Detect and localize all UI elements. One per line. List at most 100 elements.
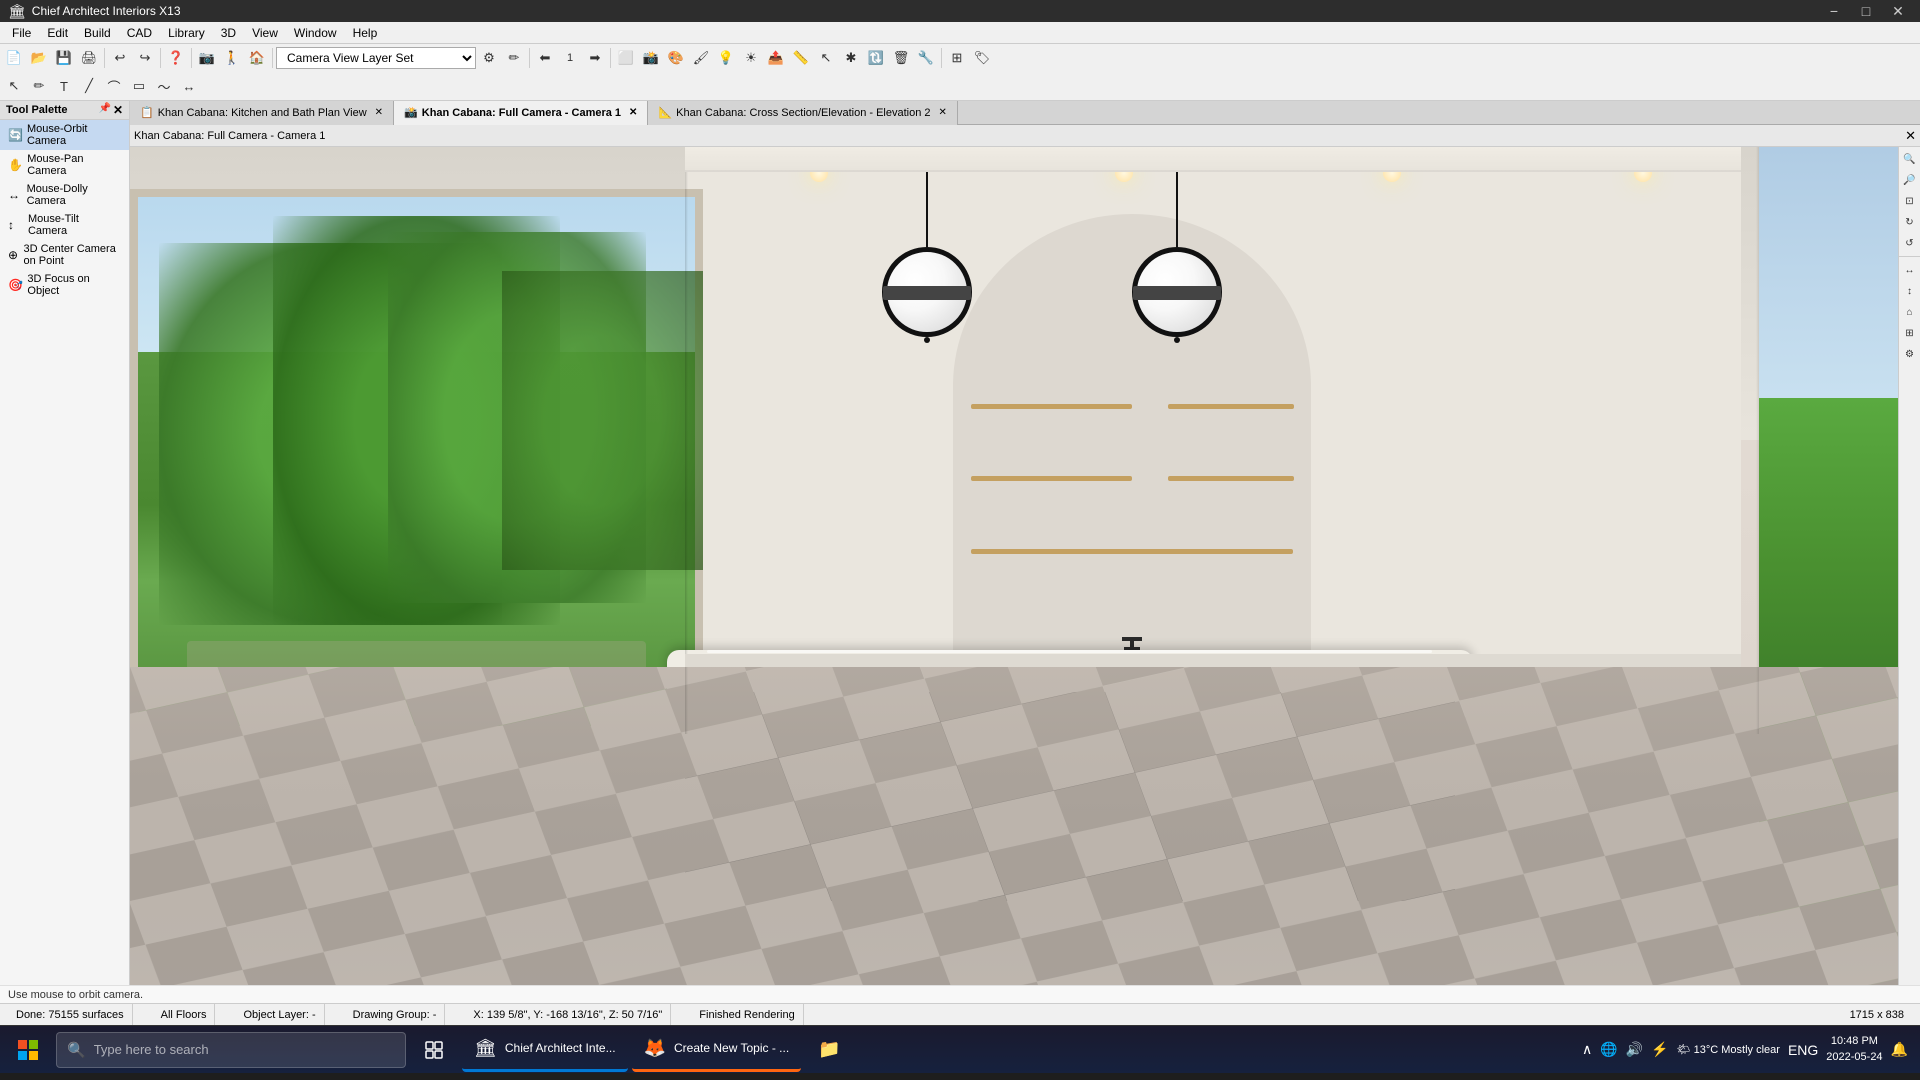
system-clock[interactable]: 10:48 PM 2022-05-24 xyxy=(1826,1034,1882,1065)
move-btn[interactable]: ✱ xyxy=(839,46,863,70)
sub-tab-close-btn[interactable]: ✕ xyxy=(1905,128,1916,144)
select-btn[interactable]: ↖ xyxy=(814,46,838,70)
menu-3d[interactable]: 3D xyxy=(213,22,244,44)
dimension-tool[interactable]: ↔ xyxy=(177,74,201,98)
adjust-btn[interactable]: 🔧 xyxy=(914,46,938,70)
network-icon[interactable]: 🌐 xyxy=(1600,1041,1617,1058)
tool-palette-pin[interactable]: 📌 xyxy=(98,103,110,117)
prev-btn[interactable]: ⬅ xyxy=(533,46,557,70)
menu-view[interactable]: View xyxy=(244,22,286,44)
sun-btn[interactable]: ☀ xyxy=(739,46,763,70)
tool-label: Mouse-Pan Camera xyxy=(27,153,121,177)
tool-focus-object[interactable]: 🎯 3D Focus on Object xyxy=(0,270,129,300)
layers-right-btn[interactable]: ⊞ xyxy=(1900,323,1920,343)
volume-icon[interactable]: 🔊 xyxy=(1626,1041,1643,1058)
zoom-in-btn[interactable]: 🔍 xyxy=(1900,149,1920,169)
tool-tilt-camera[interactable]: ↕ Mouse-Tilt Camera xyxy=(0,210,129,240)
text-tool[interactable]: T xyxy=(52,74,76,98)
tab-plan-view[interactable]: 📋 Khan Cabana: Kitchen and Bath Plan Vie… xyxy=(130,101,394,125)
tab-close-elevation[interactable]: ✕ xyxy=(939,107,947,118)
reset-btn[interactable]: ⌂ xyxy=(1900,302,1920,322)
pan-right-btn[interactable]: ↔ xyxy=(1900,260,1920,280)
tool-center-camera[interactable]: ⊕ 3D Center Camera on Point xyxy=(0,240,129,270)
select-tool[interactable]: ↖ xyxy=(2,74,26,98)
notification-icon[interactable]: 🔔 xyxy=(1891,1041,1908,1058)
fit-btn[interactable]: ⊡ xyxy=(1900,191,1920,211)
rect-tool[interactable]: ▭ xyxy=(127,74,151,98)
menu-help[interactable]: Help xyxy=(345,22,386,44)
active-view-title: Khan Cabana: Full Camera - Camera 1 xyxy=(134,130,325,142)
taskbar-app-firefox[interactable]: 🦊 Create New Topic - ... xyxy=(632,1028,802,1072)
start-button[interactable] xyxy=(4,1026,52,1074)
minimize-button[interactable]: − xyxy=(1820,0,1848,22)
line-tool[interactable]: ╱ xyxy=(77,74,101,98)
layer-set-edit[interactable]: ✏ xyxy=(502,46,526,70)
tab-camera1[interactable]: 📸 Khan Cabana: Full Camera - Camera 1 ✕ xyxy=(394,101,648,125)
delete-btn[interactable]: 🗑 xyxy=(889,46,913,70)
rotate-ccw-btn[interactable]: ↺ xyxy=(1900,233,1920,253)
3d-view[interactable]: 🔍 🔎 ⊡ ↻ ↺ ↔ ↕ ⌂ ⊞ ⚙ xyxy=(130,147,1920,985)
task-view-button[interactable] xyxy=(410,1026,458,1074)
edit-tool[interactable]: ✏ xyxy=(27,74,51,98)
next-btn[interactable]: ➡ xyxy=(583,46,607,70)
layer-set-dropdown[interactable]: Camera View Layer Set xyxy=(276,47,476,69)
rendering-btn[interactable]: 🎨 xyxy=(664,46,688,70)
layer-set-settings[interactable]: ⚙ xyxy=(477,46,501,70)
menu-file[interactable]: File xyxy=(4,22,39,44)
new-button[interactable]: 📄 xyxy=(2,46,26,70)
main-layout: Tool Palette 📌 ✕ 🔄 Mouse-Orbit Camera ✋ … xyxy=(0,101,1920,985)
menu-bar: File Edit Build CAD Library 3D View Wind… xyxy=(0,22,1920,44)
menu-window[interactable]: Window xyxy=(286,22,345,44)
tool-pan-camera[interactable]: ✋ Mouse-Pan Camera xyxy=(0,150,129,180)
tab-elevation[interactable]: 📐 Khan Cabana: Cross Section/Elevation -… xyxy=(648,101,957,125)
plan-view-btn[interactable]: ⬜ xyxy=(614,46,638,70)
export-btn[interactable]: 📤 xyxy=(764,46,788,70)
help-button[interactable]: ❓ xyxy=(164,46,188,70)
doll-house-btn[interactable]: 🏠 xyxy=(245,46,269,70)
rotate-cw-btn[interactable]: ↻ xyxy=(1900,212,1920,232)
spline-tool[interactable]: 〜 xyxy=(152,74,176,98)
pendant-globe-left xyxy=(882,247,972,337)
walk-view-btn[interactable]: 🚶 xyxy=(220,46,244,70)
tab-close-plan[interactable]: ✕ xyxy=(375,107,383,118)
done-label: Done: xyxy=(16,1009,45,1021)
undo-button[interactable]: ↩ xyxy=(108,46,132,70)
materials-btn[interactable]: 🖌 xyxy=(689,46,713,70)
arc-tool[interactable]: ⌒ xyxy=(102,74,126,98)
menu-build[interactable]: Build xyxy=(76,22,119,44)
chevron-up-icon[interactable]: ∧ xyxy=(1582,1041,1592,1058)
shelf-mid-right xyxy=(1168,476,1293,481)
lights-btn[interactable]: 💡 xyxy=(714,46,738,70)
taskbar-search[interactable]: 🔍 Type here to search xyxy=(56,1032,406,1068)
print-button[interactable]: 🖨 xyxy=(77,46,101,70)
zoom-out-btn[interactable]: 🔎 xyxy=(1900,170,1920,190)
open-button[interactable]: 📂 xyxy=(27,46,51,70)
maximize-button[interactable]: □ xyxy=(1852,0,1880,22)
menu-cad[interactable]: CAD xyxy=(119,22,160,44)
tool-orbit-camera[interactable]: 🔄 Mouse-Orbit Camera xyxy=(0,120,129,150)
taskbar-files-button[interactable]: 📁 xyxy=(805,1026,853,1074)
pan-vert-btn[interactable]: ↕ xyxy=(1900,281,1920,301)
menu-edit[interactable]: Edit xyxy=(39,22,76,44)
layer-display-btn[interactable]: ⊞ xyxy=(945,46,969,70)
status-bar: Done: 75155 surfaces All Floors Object L… xyxy=(0,1003,1920,1025)
measure-btn[interactable]: 📏 xyxy=(789,46,813,70)
tool-palette-close[interactable]: ✕ xyxy=(113,103,123,117)
anno-btn[interactable]: 🏷 xyxy=(970,46,994,70)
tab-close-camera1[interactable]: ✕ xyxy=(629,107,637,118)
scene-properties-btn[interactable]: ⚙ xyxy=(1900,344,1920,364)
tool-dolly-camera[interactable]: ↔ Mouse-Dolly Camera xyxy=(0,180,129,210)
battery-icon[interactable]: ⚡ xyxy=(1651,1041,1668,1058)
close-button[interactable]: ✕ xyxy=(1884,0,1912,22)
redo-button[interactable]: ↪ xyxy=(133,46,157,70)
camera-view-btn[interactable]: 📷 xyxy=(195,46,219,70)
menu-library[interactable]: Library xyxy=(160,22,213,44)
scene-container xyxy=(130,147,1920,985)
rotate-btn[interactable]: 🔃 xyxy=(864,46,888,70)
save-button[interactable]: 💾 xyxy=(52,46,76,70)
camera-3d-btn[interactable]: 📸 xyxy=(639,46,663,70)
app-label-chief: Chief Architect Inte... xyxy=(505,1041,616,1055)
taskbar-app-chief-architect[interactable]: 🏛 Chief Architect Inte... xyxy=(462,1028,628,1072)
title-bar-controls[interactable]: − □ ✕ xyxy=(1820,0,1912,22)
keyboard-lang-icon[interactable]: ENG xyxy=(1788,1042,1818,1058)
